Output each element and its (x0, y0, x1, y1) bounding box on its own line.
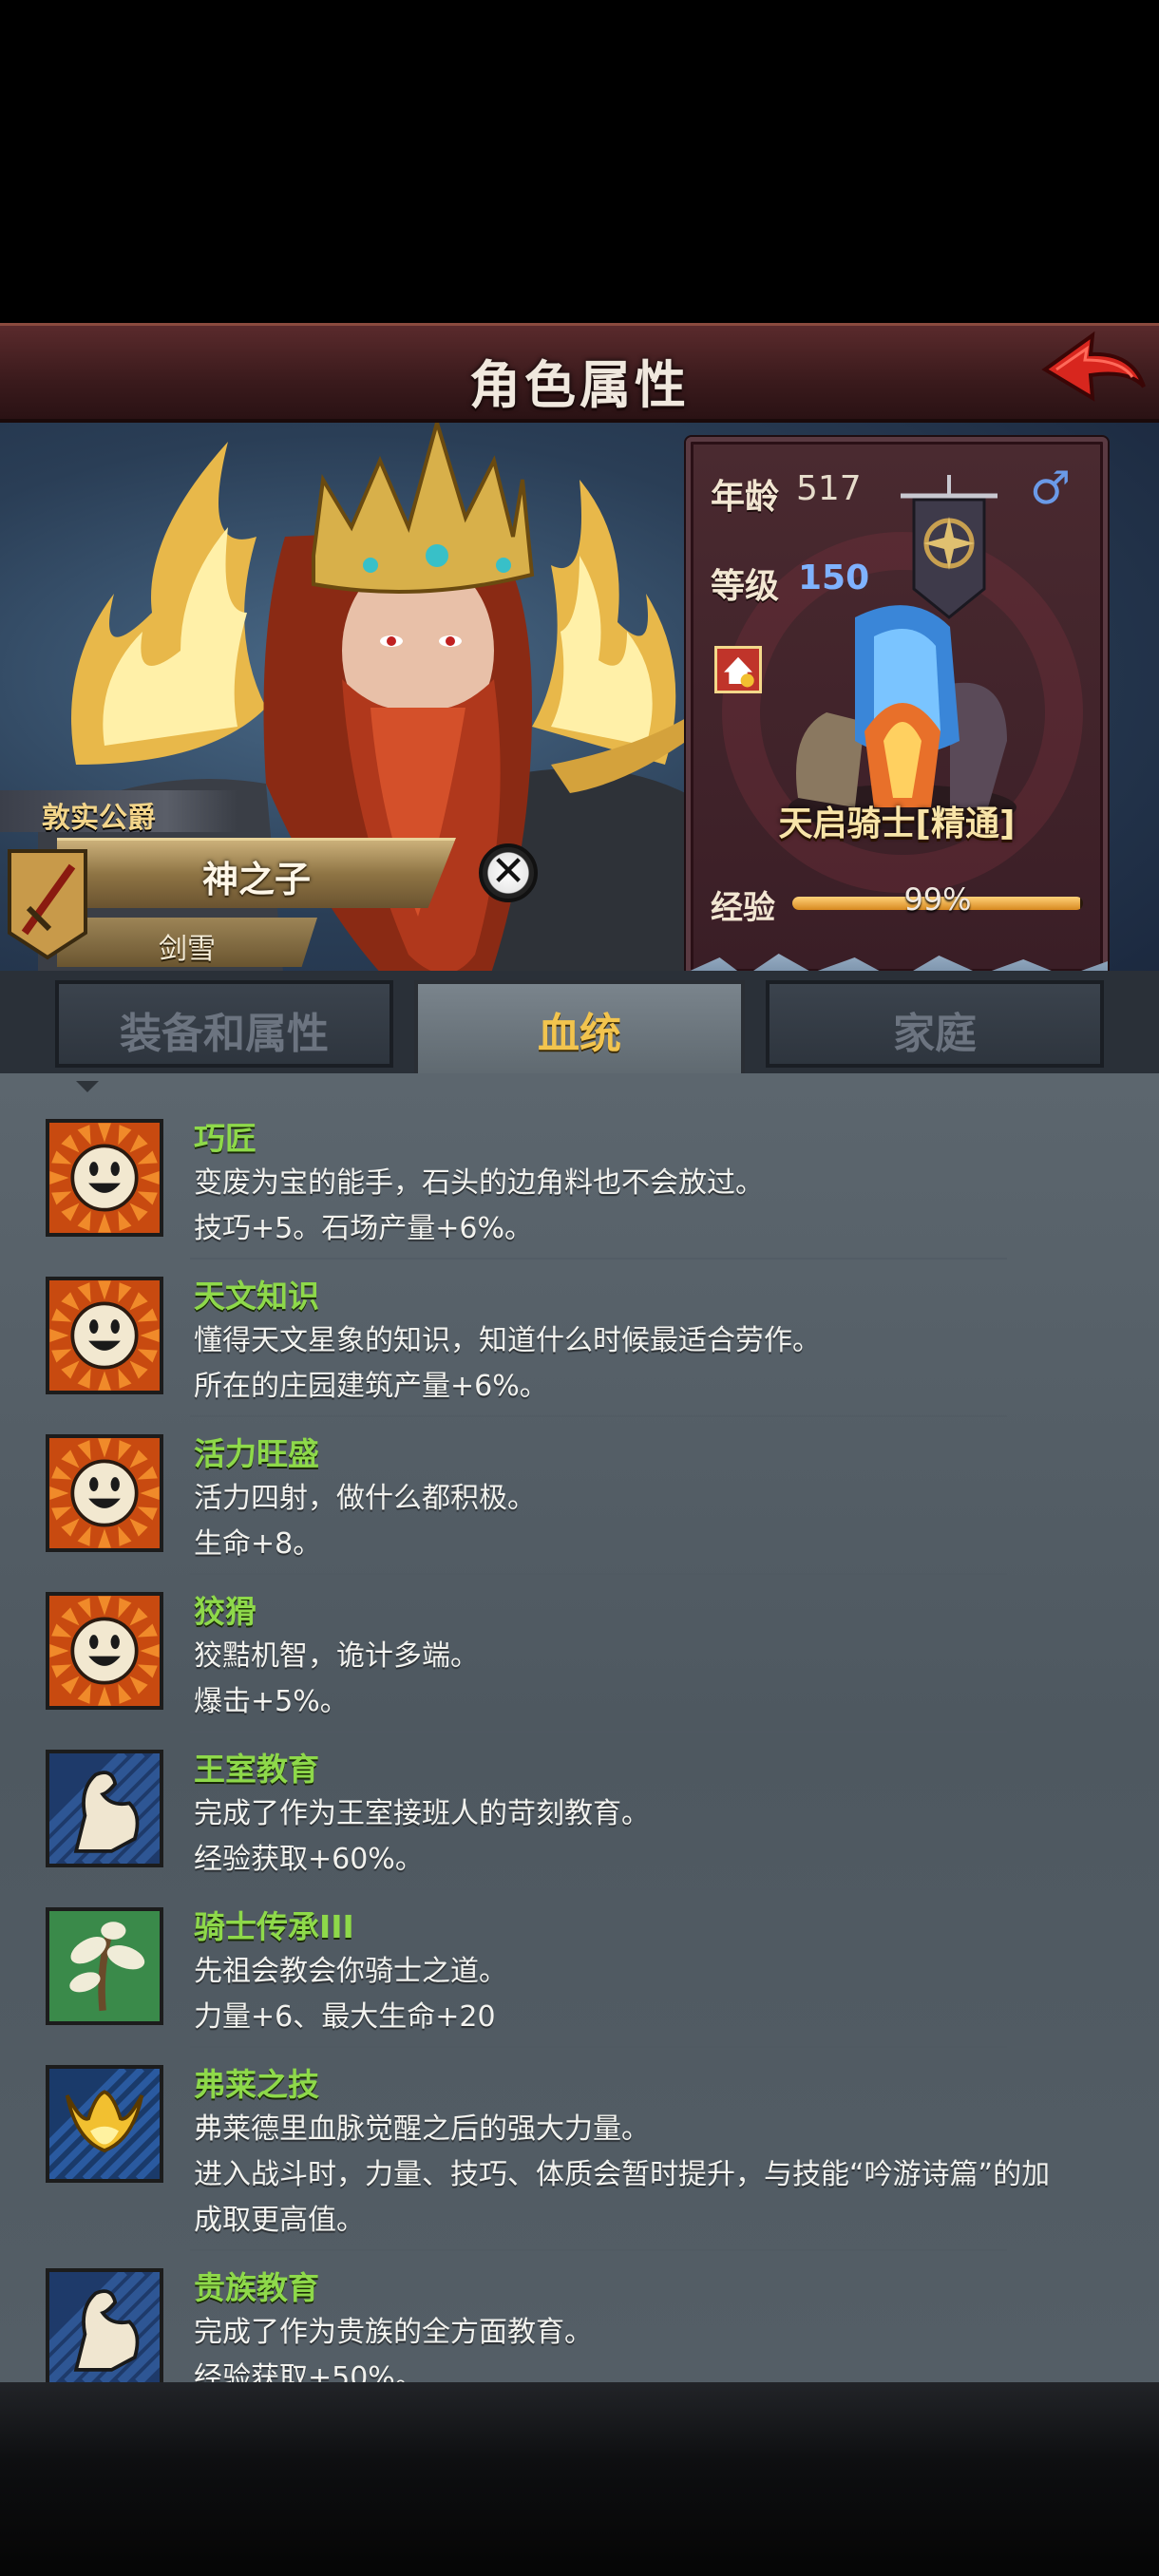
trait-description-line: 狡黠机智，诡计多端。 (194, 1639, 479, 1673)
tab-label: 血统 (538, 1010, 621, 1058)
rank-title-ribbon: 敦实公爵 (0, 790, 238, 835)
exp-label: 经验 (711, 889, 775, 927)
golden-horns-icon (46, 2065, 163, 2183)
divider (190, 2046, 1007, 2048)
smiley-sun-icon (46, 1277, 163, 1394)
male-gender-icon: ♂ (1030, 462, 1072, 515)
hero-sub-name: 剑雪 (159, 933, 216, 966)
home-star-icon[interactable] (714, 646, 762, 693)
back-arrow-icon[interactable] (1037, 328, 1151, 413)
exp-percent: 99% (903, 881, 972, 918)
age-value: 517 (796, 469, 862, 508)
divider (190, 1415, 1007, 1417)
title-bar: 角色属性 (0, 323, 1159, 423)
divider (190, 1258, 1007, 1260)
divider (190, 1888, 1007, 1890)
trait-description-line: 成取更高值。 (194, 2204, 365, 2237)
divider (190, 1573, 1007, 1575)
smiley-sun-icon (46, 1119, 163, 1237)
tab-equipment-attributes[interactable]: 装备和属性 (55, 980, 393, 1068)
smiley-sun-icon (46, 1592, 163, 1710)
sprout-icon (46, 1907, 163, 2025)
page-title: 角色属性 (469, 355, 690, 415)
status-bar-area (0, 0, 1159, 323)
close-icon: ✕ (490, 847, 526, 896)
trait-name: 巧匠 (194, 1120, 256, 1157)
trait-name: 弗莱之技 (194, 2066, 319, 2103)
trait-description-line: 经验获取+60%。 (194, 1843, 424, 1876)
age-label: 年龄 (711, 478, 780, 517)
tab-bloodline[interactable]: 血统 (414, 980, 745, 1083)
rank-title: 敦实公爵 (42, 802, 156, 835)
trait-description-line: 活力四射，做什么都积极。 (194, 1482, 536, 1515)
class-name: 天启骑士[精通] (778, 805, 1016, 843)
trait-description-line: 力量+6、最大生命+20 (194, 2000, 496, 2034)
tab-label: 装备和属性 (120, 1010, 329, 1058)
trait-description-line: 完成了作为王室接班人的苛刻教育。 (194, 1797, 650, 1830)
smiley-sun-icon (46, 1434, 163, 1552)
trait-description-line: 进入战斗时，力量、技巧、体质会暂时提升，与技能“吟游诗篇”的加 (194, 2158, 1051, 2191)
trait-description-line: 完成了作为贵族的全方面教育。 (194, 2316, 593, 2349)
tab-label: 家庭 (893, 1010, 977, 1058)
trait-name: 王室教育 (194, 1751, 319, 1788)
tab-family[interactable]: 家庭 (766, 980, 1104, 1068)
trait-description-line: 技巧+5。石场产量+6%。 (194, 1212, 533, 1245)
trait-description-line: 所在的庄园建筑产量+6%。 (194, 1370, 548, 1403)
sword-crest-icon (8, 849, 87, 960)
trait-description-line: 弗莱德里血脉觉醒之后的强大力量。 (194, 2112, 650, 2146)
divider (190, 2249, 1007, 2251)
trait-description-line: 变废为宝的能手，石头的边角料也不会放过。 (194, 1166, 764, 1200)
trait-name: 贵族教育 (194, 2269, 319, 2306)
close-button[interactable]: ✕ (479, 843, 538, 902)
trait-description-line: 懂得天文星象的知识，知道什么时候最适合劳作。 (194, 1324, 821, 1357)
hero-name: 神之子 (201, 859, 311, 900)
trait-name: 骑士传承III (194, 1908, 354, 1945)
trait-description-line: 先祖会教会你骑士之道。 (194, 1955, 507, 1988)
navigation-bar (0, 2382, 1159, 2576)
trait-name: 天文知识 (194, 1278, 319, 1315)
flexed-arm-icon (46, 2268, 163, 2386)
trait-description-line: 生命+8。 (194, 1527, 322, 1561)
list-pointer-icon (76, 1081, 99, 1092)
trait-description-line: 爆击+5%。 (194, 1685, 349, 1718)
trait-name: 狡猾 (194, 1593, 256, 1630)
flexed-arm-icon (46, 1750, 163, 1867)
trait-name: 活力旺盛 (194, 1435, 319, 1472)
divider (190, 1731, 1007, 1733)
